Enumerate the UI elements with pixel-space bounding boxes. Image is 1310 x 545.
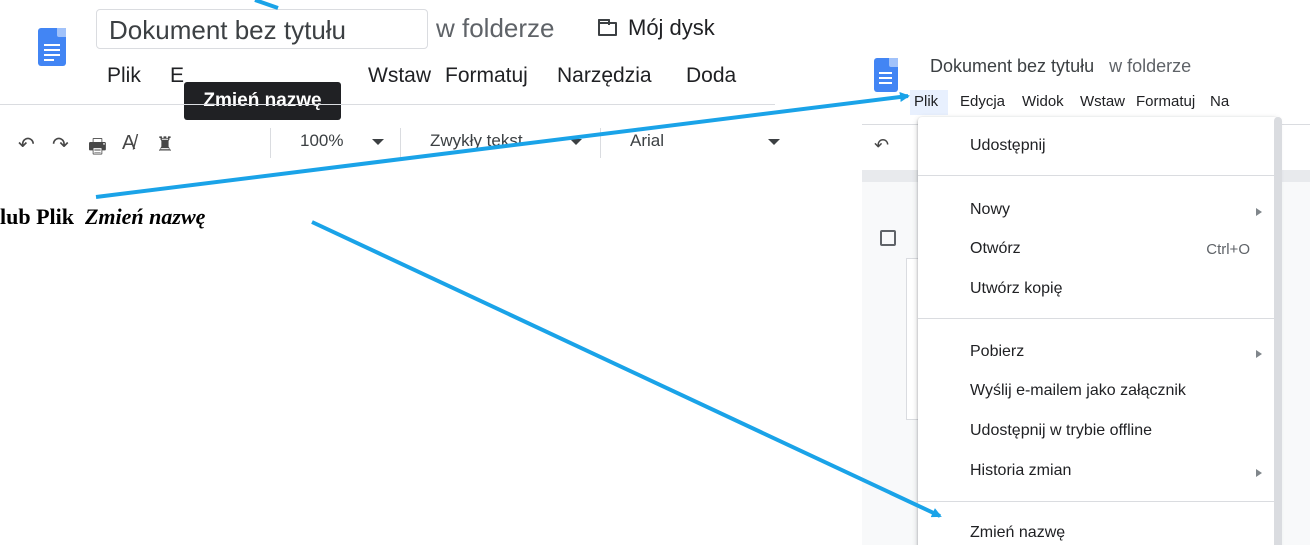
print-icon[interactable]: 🖶 (88, 132, 107, 166)
menu-item-offline[interactable]: Udostępnij w trybie offline (970, 422, 1152, 440)
arrow-to-rename (311, 220, 942, 518)
menu-file[interactable]: Plik (914, 93, 938, 110)
undo-icon[interactable]: ↶ (874, 135, 889, 156)
divider (0, 104, 775, 105)
rename-tooltip: Zmień nazwę (184, 82, 341, 120)
menu-view[interactable]: Widok (1022, 93, 1064, 110)
scrollbar[interactable] (1274, 117, 1282, 545)
menu-edit[interactable]: E (170, 64, 184, 88)
menu-addons[interactable]: Doda (686, 64, 774, 88)
menu-item-new[interactable]: Nowy (970, 201, 1010, 219)
paragraph-style-select[interactable]: Zwykły tekst (430, 131, 523, 151)
menu-item-make-copy[interactable]: Utwórz kopię (970, 280, 1062, 298)
menu-file[interactable]: Plik (107, 64, 141, 88)
annotation-text: lub Plik Zmień nazwę (0, 204, 205, 230)
document-title[interactable]: Dokument bez tytułu w folderze (930, 56, 1191, 77)
menu-item-download[interactable]: Pobierz (970, 343, 1024, 361)
submenu-arrow-icon (1256, 469, 1262, 477)
in-folder-label: w folderze (1109, 56, 1192, 76)
chevron-down-icon[interactable] (570, 139, 582, 145)
zoom-select[interactable]: 100% (300, 131, 343, 151)
menu-item-share[interactable]: Udostępnij (970, 137, 1046, 155)
divider (600, 128, 601, 158)
file-menu-dropdown: Udostępnij Nowy Otwórz Ctrl+O Utwórz kop… (918, 117, 1282, 545)
menu-item-open[interactable]: Otwórz (970, 240, 1021, 258)
menu-format[interactable]: Formatuj (1136, 93, 1195, 110)
docs-logo-icon[interactable] (874, 58, 898, 92)
menu-item-version-history[interactable]: Historia zmian (970, 462, 1071, 480)
menu-insert[interactable]: Wstaw (368, 64, 431, 88)
document-title-text[interactable]: Dokument bez tytułu (930, 56, 1094, 76)
header: Dokument bez tytułu w folderze Plik Edyc… (862, 40, 1310, 124)
folder-icon[interactable] (598, 19, 617, 36)
menu-item-rename[interactable]: Zmień nazwę (970, 524, 1065, 542)
annotation-prefix: lub Plik (0, 204, 74, 229)
redo-icon[interactable]: ↷ (52, 132, 69, 157)
menu-item-email-attachment[interactable]: Wyślij e-mailem jako załącznik (970, 382, 1186, 400)
paint-format-icon[interactable]: ♜ (156, 132, 174, 157)
menu-insert[interactable]: Wstaw (1080, 93, 1125, 110)
open-shortcut: Ctrl+O (1206, 241, 1250, 258)
outline-icon[interactable] (880, 230, 896, 246)
document-title-input[interactable]: Dokument bez tytułu (96, 9, 428, 49)
menu-tools[interactable]: Na (1210, 93, 1229, 110)
in-folder-label: w folderze (436, 13, 555, 43)
menu-format[interactable]: Formatuj (445, 64, 528, 88)
divider (918, 501, 1278, 502)
docs-logo-icon[interactable] (38, 28, 66, 66)
divider (270, 128, 271, 158)
undo-icon[interactable]: ↶ (18, 132, 35, 157)
submenu-arrow-icon (1256, 208, 1262, 216)
spellcheck-icon[interactable]: A̸ (122, 132, 135, 155)
chevron-down-icon[interactable] (372, 139, 384, 145)
drive-link[interactable]: Mój dysk (628, 15, 715, 41)
right-screenshot: Dokument bez tytułu w folderze Plik Edyc… (862, 40, 1310, 545)
annotation-emphasis: Zmień nazwę (84, 204, 206, 229)
divider (400, 128, 401, 158)
divider (918, 318, 1278, 319)
divider (918, 175, 1278, 176)
menu-tools[interactable]: Narzędzia (557, 64, 652, 88)
chevron-down-icon[interactable] (768, 139, 780, 145)
submenu-arrow-icon (1256, 350, 1262, 358)
left-screenshot: Dokument bez tytułu w folderze Mój dysk … (0, 0, 790, 175)
font-select[interactable]: Arial (630, 131, 664, 151)
menu-edit[interactable]: Edycja (960, 93, 1005, 110)
